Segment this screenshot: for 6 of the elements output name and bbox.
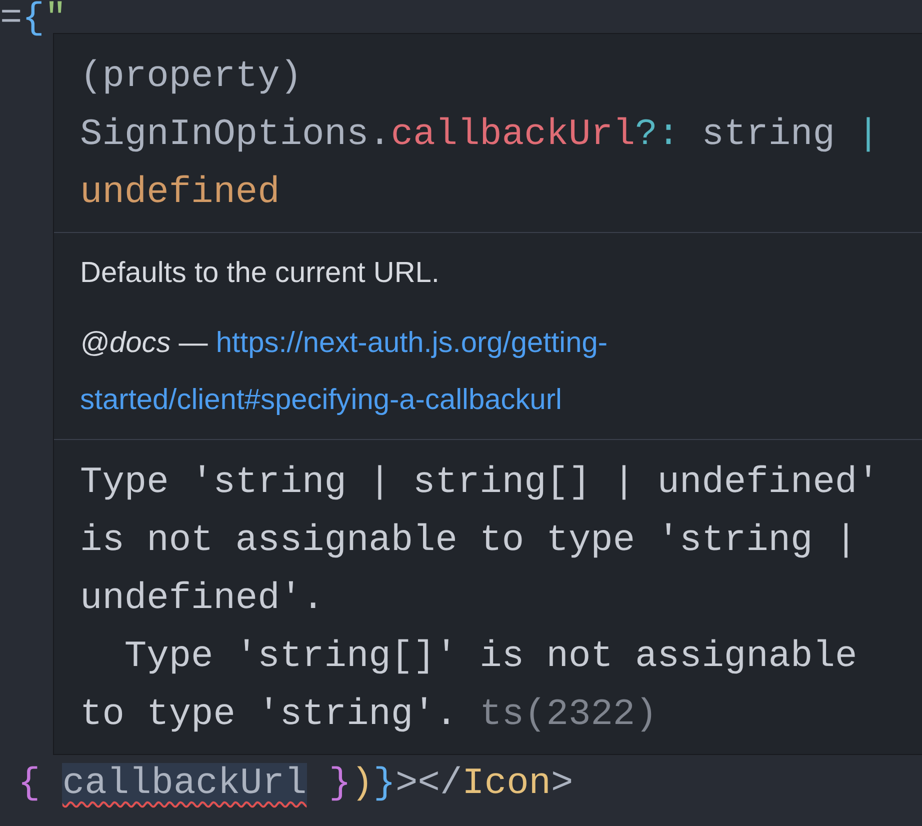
doc-summary: Defaults to the current URL. [80, 256, 440, 291]
docs-reference: @docs — https://next-auth.js.org/getting-started/client#specifying-a-callbackurl [80, 326, 609, 418]
code-line: { callbackUrl })}></Icon> [18, 762, 574, 806]
error-message: Type 'string | string[] | undefined' is not assignable to type 'string | undefined'. Type 'string[]' is not assignable to type 'string'. ts(2322) [80, 461, 880, 738]
code-line: ={" [0, 0, 67, 38]
type-signature: (property) SignInOptions.callbackUrl?: string | undefined [80, 55, 880, 216]
